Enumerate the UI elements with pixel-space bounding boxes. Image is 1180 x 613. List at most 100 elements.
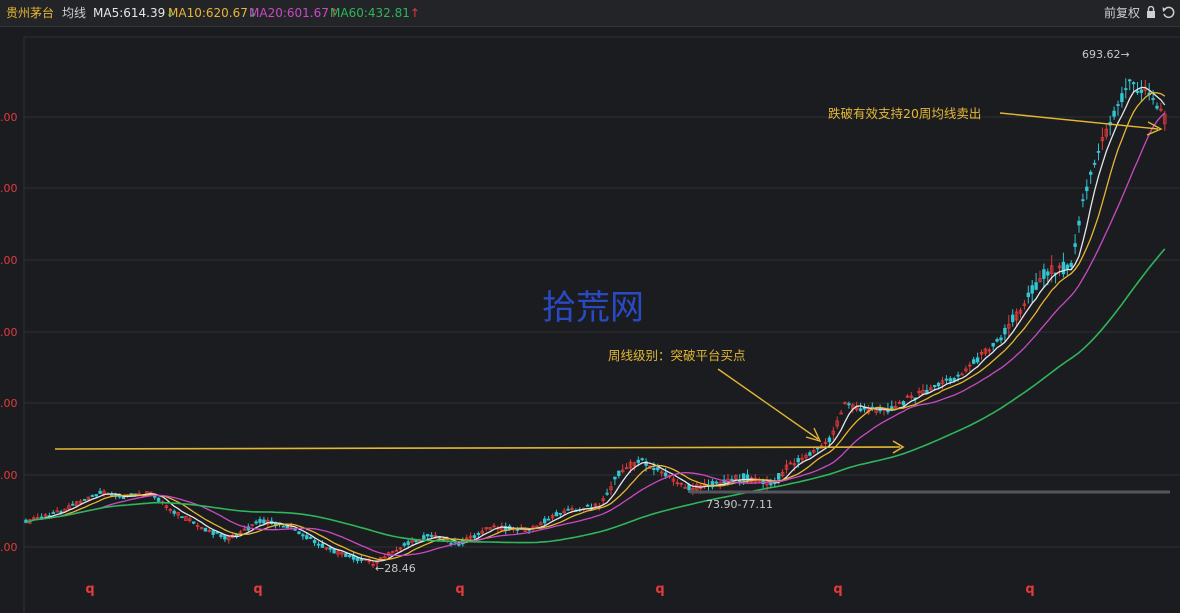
candle-body: [847, 403, 851, 406]
candle-body: [156, 497, 161, 502]
ma10-value: MA10:620.67↓: [168, 6, 258, 20]
candle-body: [312, 539, 317, 544]
candle-body: [402, 543, 406, 546]
ma20-line: [25, 112, 1166, 557]
candle-body: [901, 401, 906, 406]
candle-body: [254, 521, 258, 524]
candle-body: [687, 484, 691, 491]
stock-name[interactable]: 贵州茅台: [6, 5, 54, 21]
candle-body: [297, 531, 301, 535]
candle-body: [1089, 171, 1093, 175]
undo-icon[interactable]: [1162, 5, 1175, 19]
candle-body: [652, 467, 656, 471]
candle-body: [543, 518, 547, 524]
candle-body: [406, 541, 410, 545]
candle-body: [936, 382, 941, 387]
candle-body: [90, 495, 94, 497]
candle-body: [308, 536, 313, 539]
candle-body: [925, 389, 929, 394]
candle-body: [71, 503, 75, 506]
candle-body: [82, 499, 87, 501]
candle-body: [347, 555, 352, 557]
indicator-bar: 贵州茅台 均线 MA5:614.39↓ MA10:620.67↓ MA20:60…: [0, 0, 1180, 27]
candle-body: [1151, 98, 1155, 100]
candle-body: [1030, 285, 1034, 294]
candle-body: [1061, 261, 1066, 275]
candle-body: [554, 512, 559, 517]
y-tick-label: .00: [0, 397, 18, 410]
candle-body: [952, 378, 956, 382]
y-tick-label: .00: [0, 182, 18, 195]
low-price-label: ←28.46: [375, 562, 416, 575]
candle-body: [636, 459, 640, 463]
candle-body: [1003, 327, 1007, 335]
candle-body: [995, 339, 999, 342]
candle-body: [211, 530, 215, 535]
x-period-marker: q: [1025, 582, 1034, 597]
kline-chart[interactable]: .00 .00 .00 .00 .00 .00 .00 跌破有效支持20周均线卖出周线级别：…: [0, 27, 1180, 613]
buy-signal-annotation: 周线级别：突破平台买点: [608, 348, 746, 363]
indicator-selector[interactable]: 均线: [62, 5, 86, 21]
candle-body: [613, 476, 617, 480]
candle-body: [808, 452, 812, 456]
candle-body: [816, 447, 820, 450]
x-axis-markers: qqqqqq: [85, 582, 1034, 597]
candle-body: [1073, 243, 1077, 247]
buy-point-pointer: [717, 368, 819, 440]
high-price-label: 693.62→: [1082, 48, 1130, 61]
candle-body: [320, 543, 325, 548]
candle-body: [796, 458, 800, 463]
candle-body: [472, 535, 477, 539]
candle-body: [1139, 89, 1144, 93]
x-period-marker: q: [85, 582, 94, 597]
candle-body: [683, 487, 687, 489]
candle-body: [566, 508, 570, 511]
candle-body: [1131, 82, 1136, 85]
platform-breakout-line: [54, 446, 901, 450]
watermark: 拾荒网: [542, 288, 644, 328]
candle-body: [328, 547, 332, 550]
y-tick-label: .00: [0, 469, 18, 482]
candle-body: [332, 548, 336, 554]
candle-body: [476, 533, 481, 535]
y-tick-label: .00: [0, 541, 18, 554]
candle-body: [1120, 93, 1124, 103]
adjust-mode-button[interactable]: 前复权: [1104, 5, 1140, 21]
candle-body: [1081, 199, 1085, 202]
candle-body: [546, 518, 551, 521]
candle-body: [293, 528, 297, 531]
candle-body: [344, 553, 348, 557]
candle-body: [948, 378, 952, 382]
candle-body: [359, 559, 364, 561]
candle-body: [1077, 220, 1081, 226]
candle-body: [464, 537, 469, 540]
candle-body: [972, 359, 976, 364]
candle-body: [991, 343, 995, 347]
y-tick-label: .00: [0, 326, 18, 339]
candle-body: [1155, 105, 1159, 109]
candle-body: [585, 504, 590, 507]
lock-icon[interactable]: [1146, 6, 1156, 19]
candle-body: [305, 535, 309, 540]
candle-body: [429, 535, 434, 537]
candle-body: [258, 519, 262, 523]
candle-body: [1092, 162, 1097, 165]
candle-body: [51, 512, 55, 514]
x-period-marker: q: [833, 582, 842, 597]
candle-body: [180, 516, 184, 519]
candle-body: [94, 494, 98, 497]
candle-body: [663, 472, 668, 477]
candle-body: [956, 374, 960, 377]
candle-body: [1124, 88, 1128, 90]
candle-body: [301, 534, 305, 537]
candle-body: [1026, 292, 1030, 298]
candle-body: [1042, 269, 1046, 279]
candle-body: [558, 512, 562, 515]
x-period-marker: q: [455, 582, 464, 597]
y-axis-labels: .00 .00 .00 .00 .00 .00 .00: [0, 111, 18, 554]
candle-body: [1034, 282, 1038, 290]
ma60-up-arrow-icon: ↑: [409, 6, 420, 20]
candle-body: [640, 458, 644, 461]
candle-body: [203, 527, 208, 532]
candle-body: [827, 437, 832, 443]
